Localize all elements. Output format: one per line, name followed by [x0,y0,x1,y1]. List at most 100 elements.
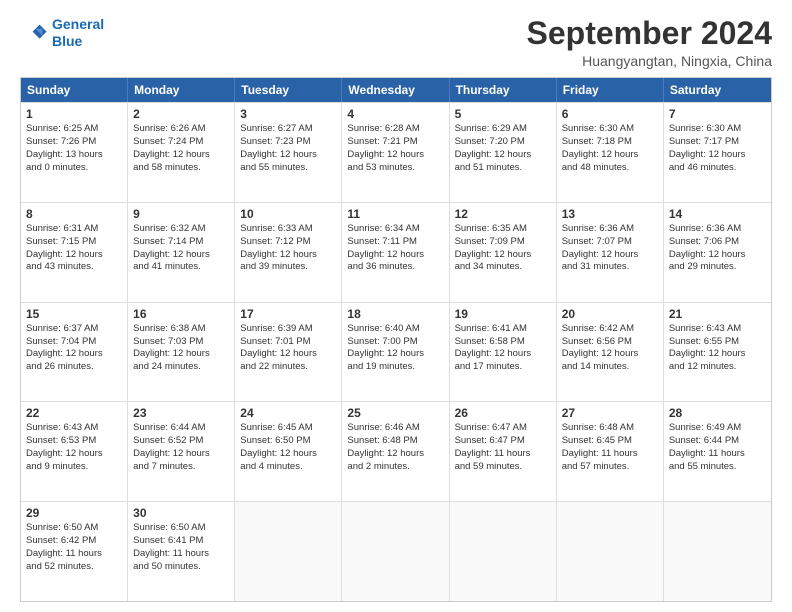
day-info-line: and 31 minutes. [562,261,658,274]
day-cell: 19Sunrise: 6:41 AMSunset: 6:58 PMDayligh… [450,303,557,402]
day-number: 9 [133,207,229,221]
day-number: 16 [133,307,229,321]
day-number: 11 [347,207,443,221]
day-info-line: and 39 minutes. [240,261,336,274]
week-row-3: 15Sunrise: 6:37 AMSunset: 7:04 PMDayligh… [21,302,771,402]
day-info-line: and 55 minutes. [240,162,336,175]
day-info-line: Daylight: 12 hours [455,149,551,162]
day-info-line: and 52 minutes. [26,561,122,574]
day-info-line: Daylight: 12 hours [240,149,336,162]
day-info-line: Sunset: 6:58 PM [455,336,551,349]
day-info-line: Sunrise: 6:37 AM [26,323,122,336]
day-info-line: Daylight: 11 hours [562,448,658,461]
day-info-line: Sunset: 6:41 PM [133,535,229,548]
day-info-line: Sunrise: 6:45 AM [240,422,336,435]
day-cell: 14Sunrise: 6:36 AMSunset: 7:06 PMDayligh… [664,203,771,302]
day-info-line: Daylight: 12 hours [455,249,551,262]
day-info-line: and 4 minutes. [240,461,336,474]
day-cell: 28Sunrise: 6:49 AMSunset: 6:44 PMDayligh… [664,402,771,501]
day-number: 30 [133,506,229,520]
day-info-line: Daylight: 12 hours [240,249,336,262]
day-cell: 24Sunrise: 6:45 AMSunset: 6:50 PMDayligh… [235,402,342,501]
day-cell: 30Sunrise: 6:50 AMSunset: 6:41 PMDayligh… [128,502,235,601]
day-info-line: Daylight: 12 hours [347,149,443,162]
day-info-line: Sunrise: 6:36 AM [669,223,766,236]
day-cell: 11 Sunrise: 6:34 AMSunset: 7:11 PMDayligh… [342,203,449,302]
day-info-line: Sunset: 6:50 PM [240,435,336,448]
day-info-line: and 19 minutes. [347,361,443,374]
day-info-line: and 7 minutes. [133,461,229,474]
day-info-line: and 58 minutes. [133,162,229,175]
day-cell [557,502,664,601]
day-info-line: and 55 minutes. [669,461,766,474]
day-info-line: Sunset: 6:52 PM [133,435,229,448]
day-info-line: Sunset: 6:55 PM [669,336,766,349]
day-info-line: Sunset: 7:23 PM [240,136,336,149]
day-info-line: Sunrise: 6:44 AM [133,422,229,435]
day-info-line: and 57 minutes. [562,461,658,474]
day-info-line: Daylight: 12 hours [133,149,229,162]
day-info-line: Sunset: 7:09 PM [455,236,551,249]
day-info-line: Sunset: 7:14 PM [133,236,229,249]
day-number: 23 [133,406,229,420]
day-cell: 21Sunrise: 6:43 AMSunset: 6:55 PMDayligh… [664,303,771,402]
day-info-line: Sunset: 7:21 PM [347,136,443,149]
day-info-line: Daylight: 12 hours [26,448,122,461]
day-info-line: Sunrise: 6:35 AM [455,223,551,236]
day-info-line: Sunrise: 6:25 AM [26,123,122,136]
day-cell: 7Sunrise: 6:30 AMSunset: 7:17 PMDaylight… [664,103,771,202]
day-number: 18 [347,307,443,321]
day-cell: 12 Sunrise: 6:35 AMSunset: 7:09 PMDayligh… [450,203,557,302]
day-number: 27 [562,406,658,420]
day-number: 13 [562,207,658,221]
day-info-line: Daylight: 12 hours [26,348,122,361]
day-info-line: Sunset: 6:56 PM [562,336,658,349]
day-info-line: Daylight: 12 hours [347,448,443,461]
day-info-line: Sunset: 7:15 PM [26,236,122,249]
day-number: 25 [347,406,443,420]
day-info-line: Sunset: 7:11 PM [347,236,443,249]
day-info-line: and 46 minutes. [669,162,766,175]
day-info-line: and 34 minutes. [455,261,551,274]
day-info-line: Sunset: 6:45 PM [562,435,658,448]
calendar-header: Sunday Monday Tuesday Wednesday Thursday… [21,78,771,102]
day-info-line: Daylight: 12 hours [455,348,551,361]
day-info-line: Sunrise: 6:40 AM [347,323,443,336]
day-info-line: and 41 minutes. [133,261,229,274]
day-info-line: Sunrise: 6:36 AM [562,223,658,236]
day-info-line: Daylight: 12 hours [669,149,766,162]
header-saturday: Saturday [664,78,771,102]
day-info-line: Sunset: 6:42 PM [26,535,122,548]
day-number: 22 [26,406,122,420]
day-number: 1 [26,107,122,121]
day-number: 21 [669,307,766,321]
day-number: 17 [240,307,336,321]
day-info-line: Daylight: 11 hours [455,448,551,461]
logo: General Blue [20,16,104,50]
day-info-line: and 0 minutes. [26,162,122,175]
day-info-line: Daylight: 11 hours [26,548,122,561]
day-info-line: Daylight: 12 hours [26,249,122,262]
day-info-line: and 36 minutes. [347,261,443,274]
day-info-line: Sunrise: 6:34 AM [347,223,443,236]
day-info-line: Daylight: 12 hours [347,249,443,262]
day-info-line: Sunrise: 6:26 AM [133,123,229,136]
day-info-line: Sunset: 7:06 PM [669,236,766,249]
day-info-line: Daylight: 12 hours [562,149,658,162]
header-monday: Monday [128,78,235,102]
day-info-line: Sunset: 6:53 PM [26,435,122,448]
week-row-5: 29Sunrise: 6:50 AMSunset: 6:42 PMDayligh… [21,501,771,601]
page: General Blue September 2024 Huangyangtan… [0,0,792,612]
day-info-line: Daylight: 12 hours [240,348,336,361]
day-info-line: Daylight: 12 hours [669,249,766,262]
day-info-line: and 48 minutes. [562,162,658,175]
day-cell [235,502,342,601]
day-cell: 1Sunrise: 6:25 AMSunset: 7:26 PMDaylight… [21,103,128,202]
day-info-line: Daylight: 12 hours [133,448,229,461]
day-number: 2 [133,107,229,121]
day-info-line: Daylight: 11 hours [669,448,766,461]
day-info-line: and 53 minutes. [347,162,443,175]
day-cell: 13Sunrise: 6:36 AMSunset: 7:07 PMDayligh… [557,203,664,302]
day-number: 12 [455,207,551,221]
day-cell: 2Sunrise: 6:26 AMSunset: 7:24 PMDaylight… [128,103,235,202]
